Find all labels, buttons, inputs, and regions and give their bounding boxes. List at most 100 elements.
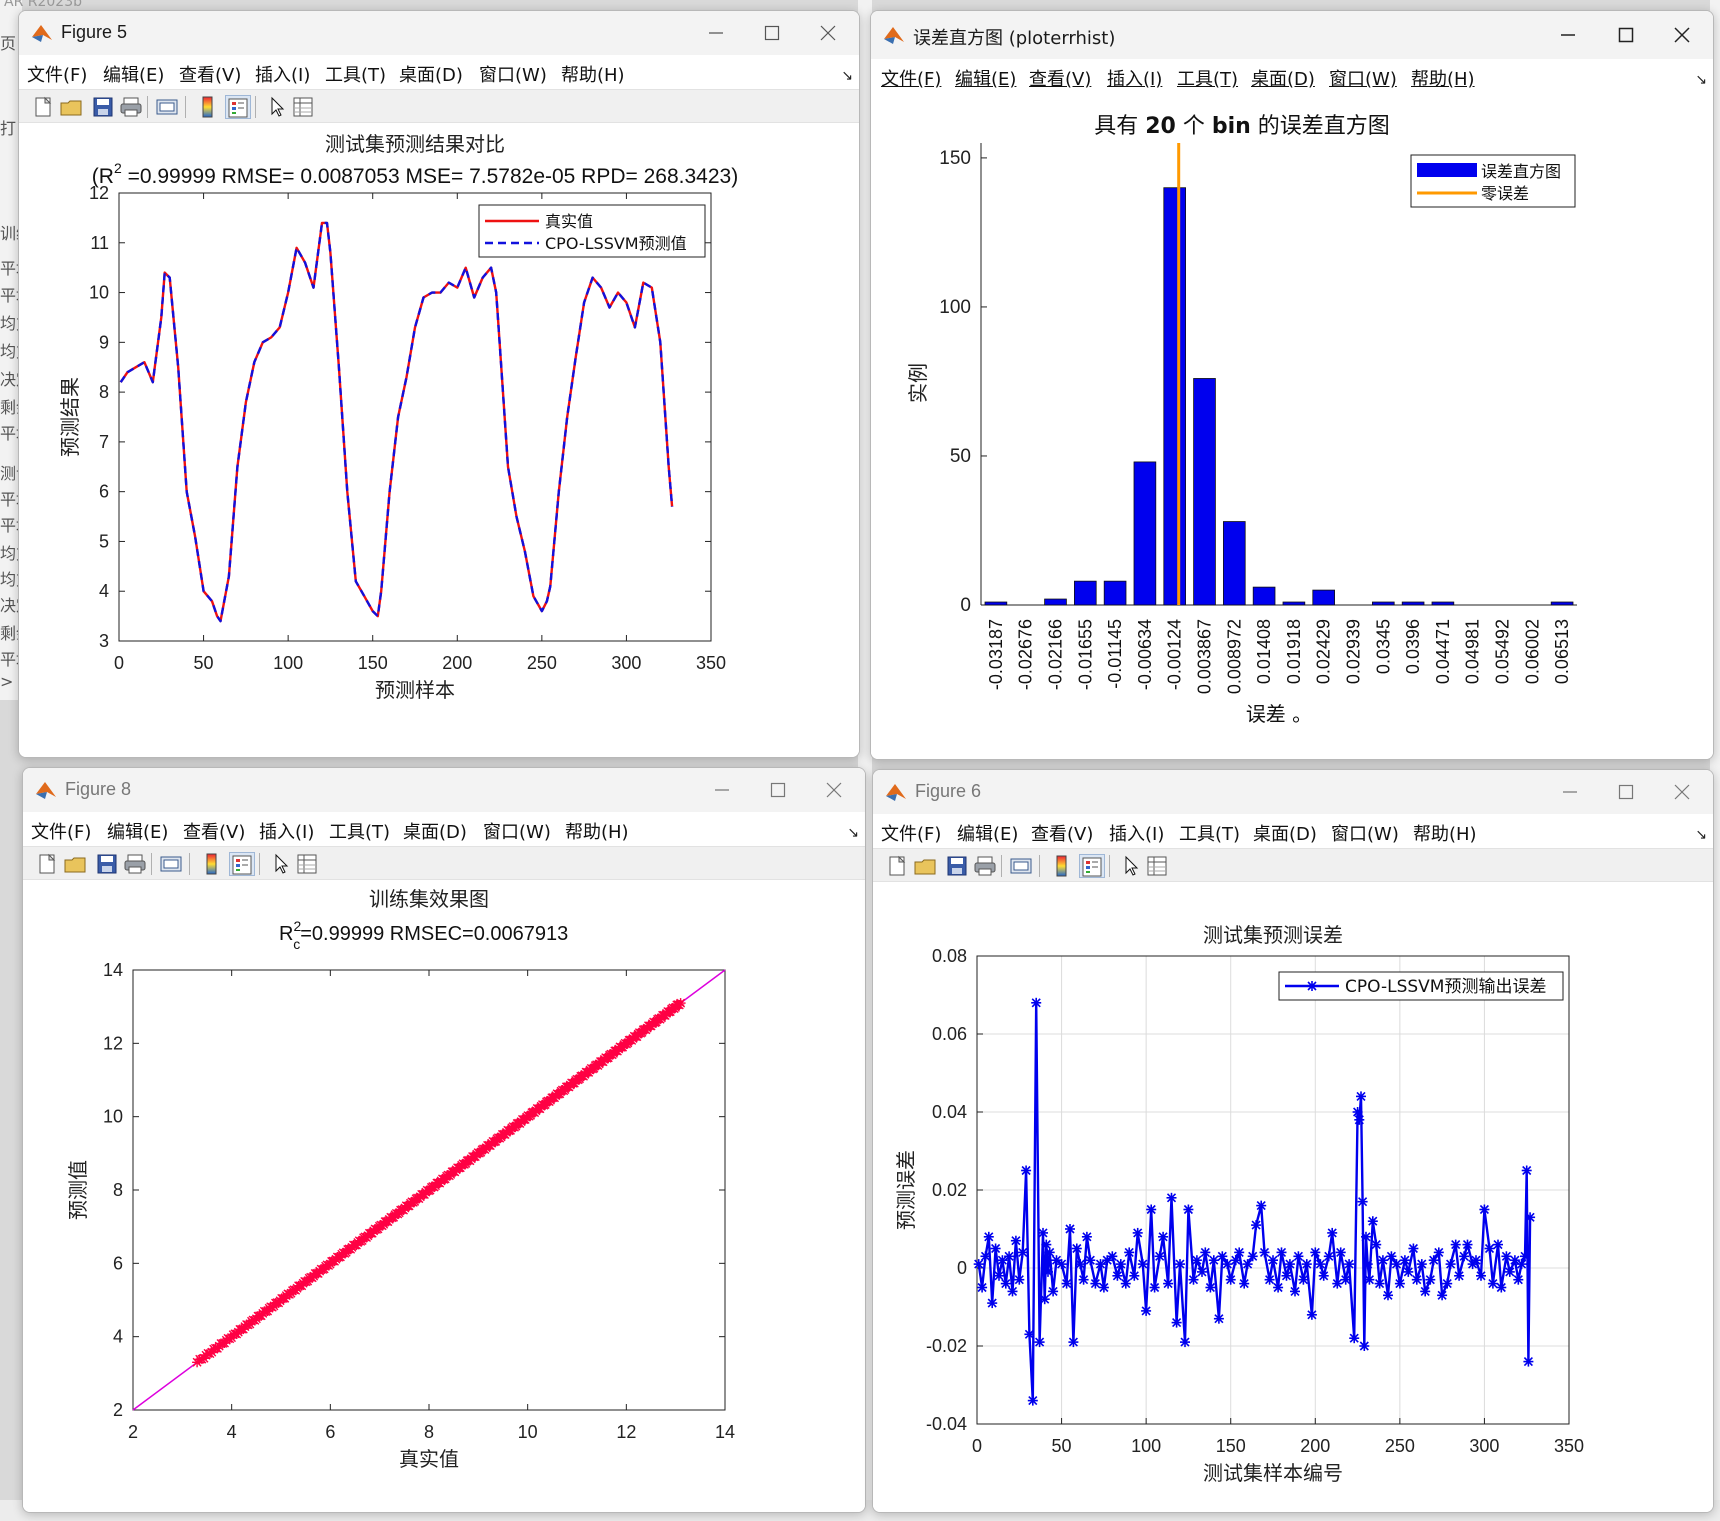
background-text-fragment: 均方 [0,570,18,589]
data-point-marker [1386,1251,1397,1262]
menu-view[interactable]: 查看(V) [1031,820,1093,846]
menu-view[interactable]: 查看(V) [179,61,241,87]
data-point-marker [1335,1247,1346,1258]
figure-5-window[interactable]: Figure 5 文件(F) 编辑(E) 查看(V) 插入(I) 工具(T) 桌… [18,10,860,758]
bar-chart-error-histogram: 具有 20 个 bin 的误差直方图 0 50 100 150 实例 -0.03187 -0.… [906,114,1577,726]
print-preview-icon[interactable] [159,852,185,876]
print-icon[interactable] [119,95,145,119]
minimize-button[interactable] [1545,776,1595,808]
open-file-icon[interactable] [913,854,939,878]
menu-edit[interactable]: 编辑(E) [103,61,164,87]
menu-window[interactable]: 窗口(W) [1331,820,1399,846]
menu-help[interactable]: 帮助(H) [1413,820,1477,846]
print-preview-icon[interactable] [155,95,181,119]
title-bar[interactable]: Figure 8 [23,768,865,812]
save-icon[interactable] [95,852,121,876]
legend-icon[interactable] [1079,854,1105,878]
open-file-icon[interactable] [63,852,89,876]
menu-tools[interactable]: 工具(T) [1177,65,1238,91]
data-point-marker [1043,1266,1053,1277]
menu-file[interactable]: 文件(F) [31,818,91,844]
new-figure-icon[interactable] [31,95,57,119]
colorbar-icon[interactable] [199,852,225,876]
new-figure-icon[interactable] [35,852,61,876]
figure-6-window[interactable]: Figure 6 文件(F) 编辑(E) 查看(V) 插入(I) 工具(T) 桌… [872,769,1714,1513]
menu-desktop[interactable]: 桌面(D) [1251,65,1315,91]
legend-icon[interactable] [229,852,255,876]
save-icon[interactable] [91,95,117,119]
menu-help[interactable]: 帮助(H) [565,818,629,844]
save-icon[interactable] [945,854,971,878]
open-file-icon[interactable] [59,95,85,119]
subtitle-part: =0.99999 RMSEC=0.0067913 [300,923,568,945]
maximize-button[interactable] [747,17,797,49]
menu-desktop[interactable]: 桌面(D) [403,818,467,844]
menu-insert[interactable]: 插入(I) [259,818,314,844]
new-figure-icon[interactable] [885,854,911,878]
histogram-bar [1312,589,1335,606]
minimize-button[interactable] [1543,19,1593,51]
close-button[interactable] [1657,19,1707,51]
dock-arrow-icon[interactable]: ↘ [1695,826,1707,843]
property-inspector-icon[interactable] [295,852,321,876]
menu-window[interactable]: 窗口(W) [483,818,551,844]
print-icon[interactable] [123,852,149,876]
title-bar[interactable]: Figure 6 [873,770,1713,814]
menu-tools[interactable]: 工具(T) [1179,820,1240,846]
menu-help[interactable]: 帮助(H) [561,61,625,87]
dock-arrow-icon[interactable]: ↘ [841,67,853,84]
dock-arrow-icon[interactable]: ↘ [1695,71,1707,88]
edit-pointer-icon[interactable] [1119,854,1145,878]
data-point-marker [1191,1255,1202,1266]
print-icon[interactable] [973,854,999,878]
menu-view[interactable]: 查看(V) [1029,65,1091,91]
property-inspector-icon[interactable] [1145,854,1171,878]
menu-view[interactable]: 查看(V) [183,818,245,844]
data-point-marker [1048,1286,1059,1297]
print-preview-icon[interactable] [1009,854,1035,878]
histogram-bar [1163,187,1186,606]
menu-desktop[interactable]: 桌面(D) [399,61,463,87]
menu-edit[interactable]: 编辑(E) [955,65,1016,91]
menu-insert[interactable]: 插入(I) [255,61,310,87]
data-point-marker [1256,1200,1267,1211]
minimize-button[interactable] [691,17,741,49]
colorbar-icon[interactable] [1049,854,1075,878]
legend-icon[interactable] [225,95,251,119]
close-button[interactable] [1657,776,1707,808]
title-bar[interactable]: Figure 5 [19,11,859,55]
maximize-button[interactable] [1601,776,1651,808]
data-point-marker [1362,1259,1373,1270]
close-button[interactable] [803,17,853,49]
menu-insert[interactable]: 插入(I) [1107,65,1162,91]
menu-tools[interactable]: 工具(T) [325,61,386,87]
menu-insert[interactable]: 插入(I) [1109,820,1164,846]
menu-edit[interactable]: 编辑(E) [957,820,1018,846]
edit-pointer-icon[interactable] [265,95,291,119]
toolbar-separator [189,853,190,875]
menu-file[interactable]: 文件(F) [27,61,87,87]
close-button[interactable] [809,774,859,806]
property-inspector-icon[interactable] [291,95,317,119]
dock-arrow-icon[interactable]: ↘ [847,824,859,841]
maximize-button[interactable] [1601,19,1651,51]
maximize-button[interactable] [753,774,803,806]
menu-edit[interactable]: 编辑(E) [107,818,168,844]
menu-file[interactable]: 文件(F) [881,65,941,91]
menu-desktop[interactable]: 桌面(D) [1253,820,1317,846]
data-point-marker [1361,1231,1371,1242]
colorbar-icon[interactable] [195,95,221,119]
menu-help[interactable]: 帮助(H) [1411,65,1475,91]
y-tick-label: 8 [99,382,109,402]
menu-window[interactable]: 窗口(W) [1329,65,1397,91]
data-point-marker [1281,1270,1292,1281]
menu-tools[interactable]: 工具(T) [329,818,390,844]
menu-file[interactable]: 文件(F) [881,820,941,846]
minimize-button[interactable] [697,774,747,806]
title-bar[interactable]: 误差直方图 (ploterrhist) [871,11,1713,59]
legend-swatch [1417,163,1477,177]
edit-pointer-icon[interactable] [269,852,295,876]
menu-window[interactable]: 窗口(W) [479,61,547,87]
figure-8-window[interactable]: Figure 8 文件(F) 编辑(E) 查看(V) 插入(I) 工具(T) 桌… [22,767,866,1513]
error-histogram-window[interactable]: 误差直方图 (ploterrhist) 文件(F) 编辑(E) 查看(V) 插入… [870,10,1714,760]
